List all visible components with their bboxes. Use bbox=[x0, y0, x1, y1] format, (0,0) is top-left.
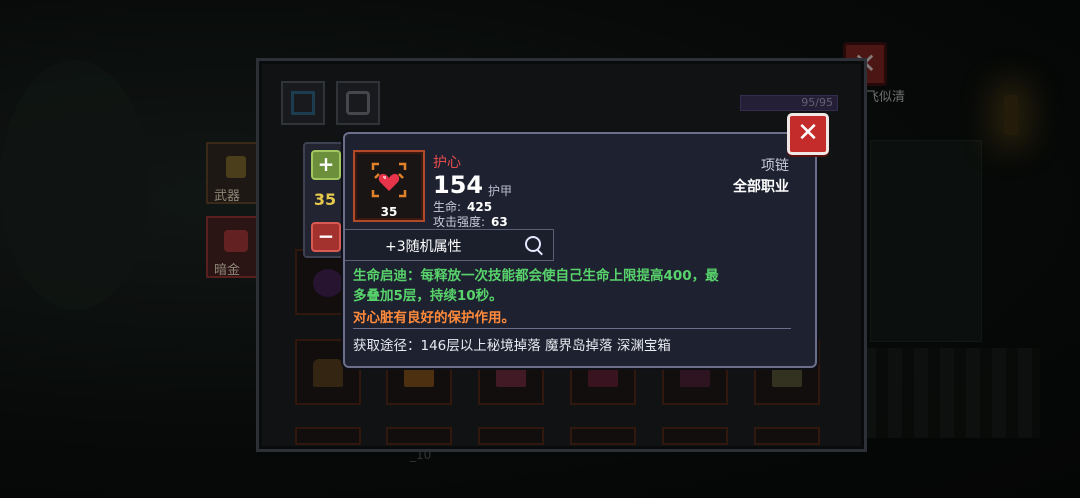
increase-button[interactable]: + bbox=[311, 150, 341, 180]
armor-label: 护甲 bbox=[488, 184, 513, 198]
item-name: 护心 bbox=[433, 155, 461, 171]
stat-label: 攻击强度: bbox=[433, 215, 486, 229]
decrease-button[interactable]: − bbox=[311, 222, 341, 252]
stat-value: 425 bbox=[467, 200, 493, 214]
stat-attack: 攻击强度: 63 bbox=[433, 213, 508, 230]
equipment-slot-type: 项链 bbox=[761, 158, 789, 174]
magnifier-icon[interactable] bbox=[525, 236, 541, 252]
item-source: 获取途径：146层以上秘境掉落 魔界岛掉落 深渊宝箱 bbox=[353, 338, 671, 354]
item-detail-popup: ✕ 35 护心 154 护甲 生命: 425 攻击强度: 63 项链 全部职业 +3… bbox=[343, 113, 829, 368]
player-name: 飞似清 bbox=[866, 90, 906, 105]
class-restriction: 全部职业 bbox=[733, 179, 789, 195]
item-flavor-text: 对心脏有良好的保护作用。 bbox=[353, 310, 515, 326]
weapon-icon bbox=[226, 156, 246, 178]
close-button[interactable]: ✕ bbox=[787, 113, 829, 155]
item-icon-frame: 35 bbox=[353, 150, 425, 222]
item-level: 35 bbox=[380, 205, 398, 219]
dark-gold-slot-label: 暗金 bbox=[214, 263, 241, 278]
divider bbox=[353, 328, 791, 329]
effect-line: 多叠加5层，持续10秒。 bbox=[353, 288, 503, 304]
item-effect: 生命启迪：每释放一次技能都会使自己生命上限提高400，最 多叠加5层，持续10秒… bbox=[353, 266, 803, 306]
stat-value: 63 bbox=[491, 215, 508, 229]
armor-value: 154 bbox=[433, 171, 484, 199]
heart-guard-icon bbox=[371, 162, 407, 198]
weapon-slot-label: 武器 bbox=[214, 189, 241, 204]
dark-gold-icon bbox=[224, 230, 248, 252]
quantity-stepper: + 35 − bbox=[303, 142, 347, 258]
random-attribute-label: +3随机属性 bbox=[385, 239, 462, 255]
quantity-value: 35 bbox=[313, 190, 337, 209]
stat-label: 生命: bbox=[433, 200, 462, 214]
effect-line: 生命启迪：每释放一次技能都会使自己生命上限提高400，最 bbox=[353, 268, 719, 284]
random-attribute-row[interactable]: +3随机属性 bbox=[345, 229, 554, 261]
